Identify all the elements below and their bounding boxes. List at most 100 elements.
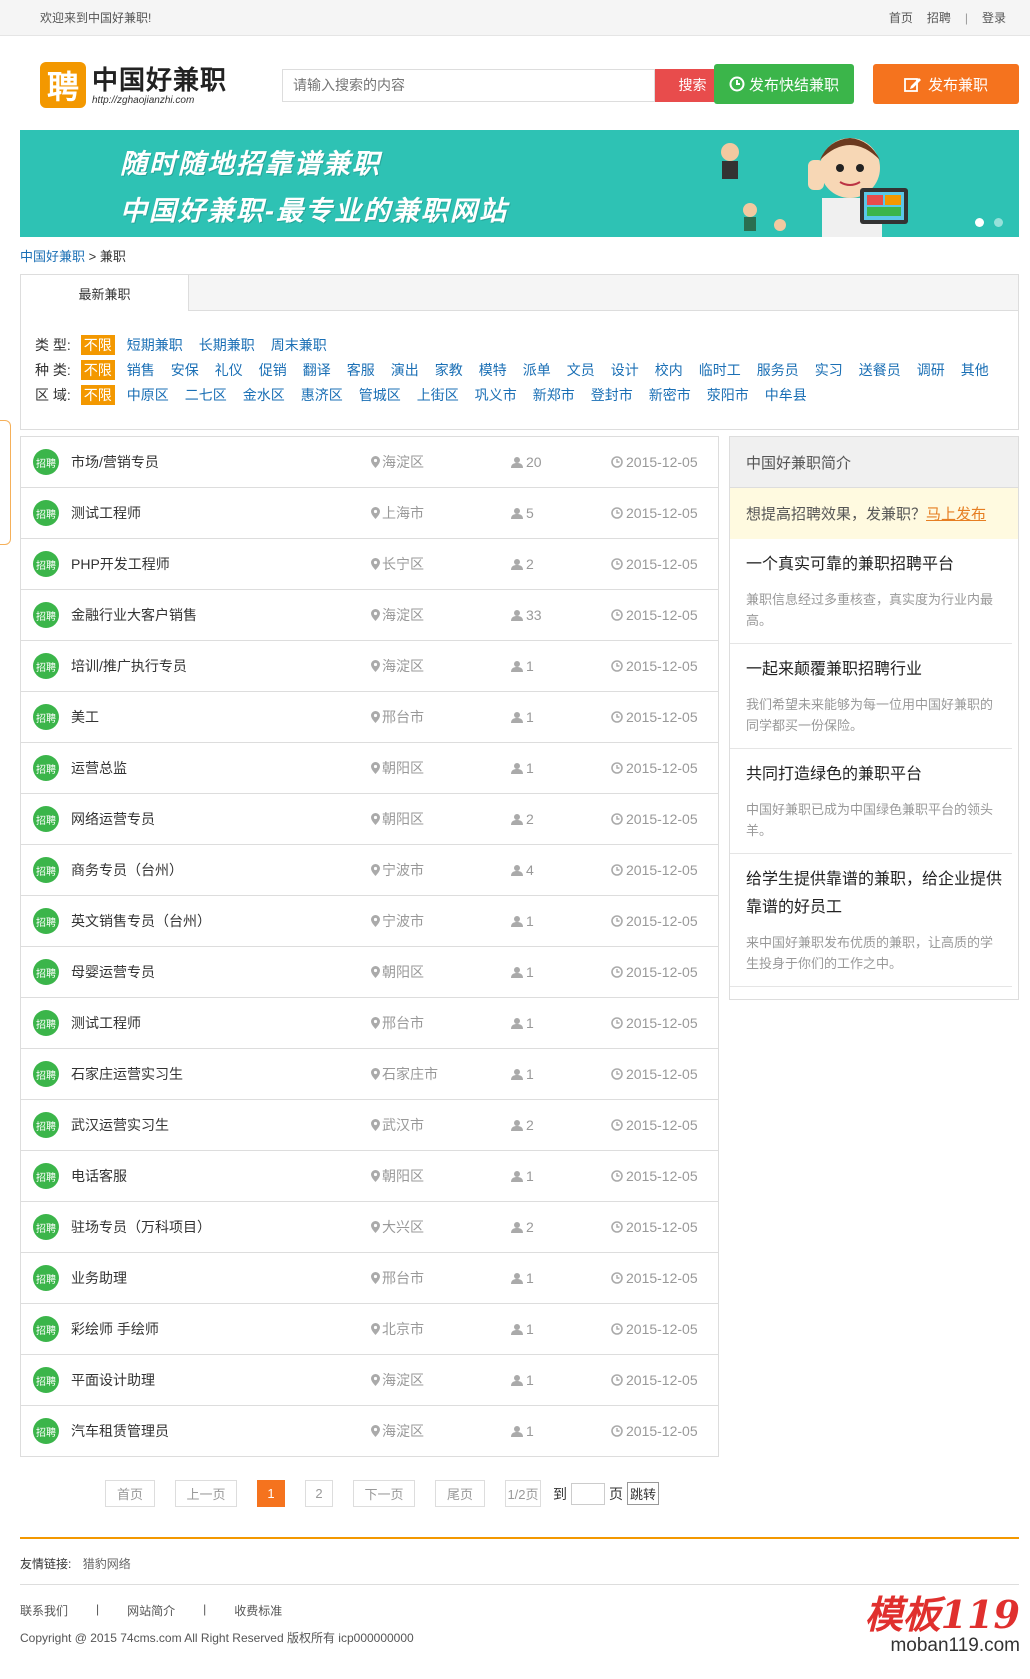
job-row[interactable]: 招聘 PHP开发工程师 长宁区 2 2015-12-05 xyxy=(21,539,718,590)
filter-option[interactable]: 管城区 xyxy=(359,385,401,405)
job-row[interactable]: 招聘 测试工程师 邢台市 1 2015-12-05 xyxy=(21,998,718,1049)
filter-option[interactable]: 荥阳市 xyxy=(707,385,749,405)
filter-option[interactable]: 上街区 xyxy=(417,385,459,405)
top-link-login[interactable]: 登录 xyxy=(982,9,1006,26)
filter-option[interactable]: 登封市 xyxy=(591,385,633,405)
page-jump-button[interactable]: 跳转 xyxy=(627,1482,660,1505)
filter-option[interactable]: 礼仪 xyxy=(215,360,243,380)
job-row[interactable]: 招聘 驻场专员（万科项目） 大兴区 2 2015-12-05 xyxy=(21,1202,718,1253)
job-title[interactable]: 商务专员（台州） xyxy=(71,860,183,880)
filter-option-selected[interactable]: 不限 xyxy=(80,385,115,405)
job-title[interactable]: 市场/营销专员 xyxy=(71,452,159,472)
job-title[interactable]: 业务助理 xyxy=(71,1268,127,1288)
job-row[interactable]: 招聘 汽车租赁管理员 海淀区 1 2015-12-05 xyxy=(21,1406,718,1457)
hero-banner[interactable]: 随时随地招靠谱兼职 中国好兼职-最专业的兼职网站 xyxy=(20,130,1019,237)
job-title[interactable]: 汽车租赁管理员 xyxy=(71,1421,169,1441)
job-title[interactable]: 金融行业大客户销售 xyxy=(71,605,197,625)
filter-option[interactable]: 实习 xyxy=(815,360,843,380)
job-title[interactable]: 培训/推广执行专员 xyxy=(71,656,187,676)
top-link-home[interactable]: 首页 xyxy=(889,9,913,26)
job-row[interactable]: 招聘 市场/营销专员 海淀区 20 2015-12-05 xyxy=(21,437,718,488)
filter-option[interactable]: 新密市 xyxy=(649,385,691,405)
filter-option[interactable]: 调研 xyxy=(917,360,945,380)
job-row[interactable]: 招聘 武汉运营实习生 武汉市 2 2015-12-05 xyxy=(21,1100,718,1151)
filter-option-selected[interactable]: 不限 xyxy=(80,335,115,355)
footer-link-about[interactable]: 网站简介 xyxy=(127,1602,175,1619)
filter-option[interactable]: 中牟县 xyxy=(765,385,807,405)
filter-option[interactable]: 金水区 xyxy=(243,385,285,405)
page-jump-input[interactable] xyxy=(571,1482,605,1505)
job-row[interactable]: 招聘 英文销售专员（台州） 宁波市 1 2015-12-05 xyxy=(21,896,718,947)
breadcrumb-home[interactable]: 中国好兼职 xyxy=(20,249,85,264)
job-title[interactable]: 英文销售专员（台州） xyxy=(71,911,211,931)
page-prev-button[interactable]: 上一页 xyxy=(175,1480,237,1507)
tab-latest-jobs[interactable]: 最新兼职 xyxy=(21,275,189,311)
filter-option[interactable]: 服务员 xyxy=(757,360,799,380)
filter-option-selected[interactable]: 不限 xyxy=(80,360,115,380)
job-row[interactable]: 招聘 金融行业大客户销售 海淀区 33 2015-12-05 xyxy=(21,590,718,641)
job-title[interactable]: 运营总监 xyxy=(71,758,127,778)
footer-link-pricing[interactable]: 收费标准 xyxy=(234,1602,282,1619)
job-row[interactable]: 招聘 网络运营专员 朝阳区 2 2015-12-05 xyxy=(21,794,718,845)
filter-option[interactable]: 短期兼职 xyxy=(127,335,183,355)
filter-option[interactable]: 长期兼职 xyxy=(199,335,255,355)
job-row[interactable]: 招聘 美工 邢台市 1 2015-12-05 xyxy=(21,692,718,743)
filter-option[interactable]: 文员 xyxy=(567,360,595,380)
search-input[interactable] xyxy=(282,68,655,102)
job-row[interactable]: 招聘 平面设计助理 海淀区 1 2015-12-05 xyxy=(21,1355,718,1406)
post-quick-job-button[interactable]: 发布快结兼职 xyxy=(714,64,854,104)
friend-link[interactable]: 猎豹网络 xyxy=(83,1557,131,1571)
filter-option[interactable]: 翻译 xyxy=(303,360,331,380)
filter-option[interactable]: 演出 xyxy=(391,360,419,380)
post-job-button[interactable]: 发布兼职 xyxy=(873,64,1019,104)
filter-option[interactable]: 销售 xyxy=(127,360,155,380)
filter-option[interactable]: 临时工 xyxy=(699,360,741,380)
job-title[interactable]: 武汉运营实习生 xyxy=(71,1115,169,1135)
job-title[interactable]: 驻场专员（万科项目） xyxy=(71,1217,211,1237)
site-logo[interactable]: 聘 中国好兼职 http://zghaojianzhi.com xyxy=(40,62,245,108)
filter-option[interactable]: 周末兼职 xyxy=(271,335,327,355)
filter-option[interactable]: 其他 xyxy=(961,360,989,380)
page-next-button[interactable]: 下一页 xyxy=(353,1480,415,1507)
banner-dot-2[interactable] xyxy=(994,218,1003,227)
filter-option[interactable]: 二七区 xyxy=(185,385,227,405)
job-row[interactable]: 招聘 测试工程师 上海市 5 2015-12-05 xyxy=(21,488,718,539)
job-title[interactable]: 测试工程师 xyxy=(71,1013,141,1033)
job-title[interactable]: PHP开发工程师 xyxy=(71,554,170,574)
footer-link-contact[interactable]: 联系我们 xyxy=(20,1602,68,1619)
job-row[interactable]: 招聘 母婴运营专员 朝阳区 1 2015-12-05 xyxy=(21,947,718,998)
job-title[interactable]: 彩绘师 手绘师 xyxy=(71,1319,159,1339)
top-link-recruit[interactable]: 招聘 xyxy=(927,9,951,26)
job-title[interactable]: 网络运营专员 xyxy=(71,809,155,829)
job-row[interactable]: 招聘 运营总监 朝阳区 1 2015-12-05 xyxy=(21,743,718,794)
filter-option[interactable]: 巩义市 xyxy=(475,385,517,405)
job-row[interactable]: 招聘 商务专员（台州） 宁波市 4 2015-12-05 xyxy=(21,845,718,896)
filter-option[interactable]: 模特 xyxy=(479,360,507,380)
job-row[interactable]: 招聘 电话客服 朝阳区 1 2015-12-05 xyxy=(21,1151,718,1202)
job-title[interactable]: 母婴运营专员 xyxy=(71,962,155,982)
filter-option[interactable]: 中原区 xyxy=(127,385,169,405)
filter-option[interactable]: 促销 xyxy=(259,360,287,380)
page-first-button[interactable]: 首页 xyxy=(105,1480,155,1507)
filter-option[interactable]: 送餐员 xyxy=(859,360,901,380)
job-title[interactable]: 测试工程师 xyxy=(71,503,141,523)
filter-option[interactable]: 家教 xyxy=(435,360,463,380)
filter-option[interactable]: 设计 xyxy=(611,360,639,380)
post-now-link[interactable]: 马上发布 xyxy=(926,503,986,524)
filter-option[interactable]: 派单 xyxy=(523,360,551,380)
job-row[interactable]: 招聘 培训/推广执行专员 海淀区 1 2015-12-05 xyxy=(21,641,718,692)
page-last-button[interactable]: 尾页 xyxy=(435,1480,485,1507)
job-title[interactable]: 平面设计助理 xyxy=(71,1370,155,1390)
floating-side-tab[interactable] xyxy=(0,420,11,545)
filter-option[interactable]: 安保 xyxy=(171,360,199,380)
filter-option[interactable]: 客服 xyxy=(347,360,375,380)
job-row[interactable]: 招聘 石家庄运营实习生 石家庄市 1 2015-12-05 xyxy=(21,1049,718,1100)
banner-dot-1[interactable] xyxy=(975,218,984,227)
job-row[interactable]: 招聘 业务助理 邢台市 1 2015-12-05 xyxy=(21,1253,718,1304)
filter-option[interactable]: 新郑市 xyxy=(533,385,575,405)
job-title[interactable]: 电话客服 xyxy=(71,1166,127,1186)
page-2-button[interactable]: 2 xyxy=(305,1480,333,1507)
filter-option[interactable]: 校内 xyxy=(655,360,683,380)
page-1-button[interactable]: 1 xyxy=(257,1480,285,1507)
job-row[interactable]: 招聘 彩绘师 手绘师 北京市 1 2015-12-05 xyxy=(21,1304,718,1355)
